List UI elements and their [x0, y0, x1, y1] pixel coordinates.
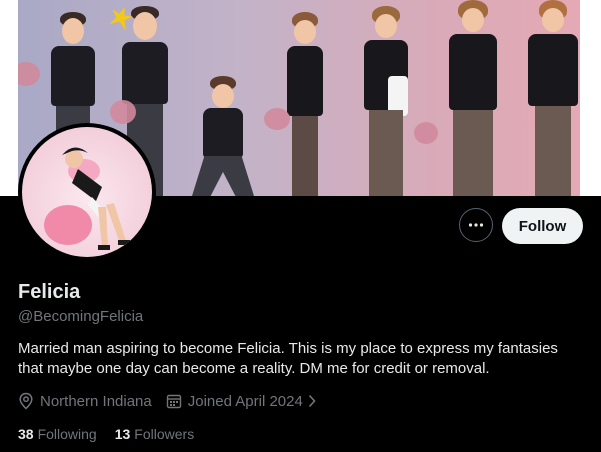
banner-figure — [280, 10, 330, 196]
chevron-right-icon — [308, 394, 316, 408]
profile-meta: Northern Indiana Joined April 2024 — [18, 392, 336, 410]
banner-figure — [356, 6, 416, 196]
follow-counts: 38 Following 13 Followers — [18, 426, 212, 442]
location-text: Northern Indiana — [40, 392, 152, 410]
joined-item[interactable]: Joined April 2024 — [166, 393, 322, 410]
banner-figure — [188, 46, 258, 196]
duster-decoration — [264, 108, 290, 130]
more-horizontal-icon — [468, 223, 484, 227]
banner-figure — [438, 0, 508, 196]
follow-button[interactable]: Follow — [502, 208, 583, 244]
followers-label: Followers — [134, 426, 195, 442]
profile-avatar[interactable] — [18, 123, 156, 261]
calendar-icon — [166, 394, 181, 409]
followers-link[interactable]: 13 Followers — [115, 426, 194, 442]
following-link[interactable]: 38 Following — [18, 426, 97, 442]
joined-text: Joined April 2024 — [187, 392, 303, 410]
profile-bio: Married man aspiring to become Felicia. … — [18, 340, 558, 377]
following-count: 38 — [18, 426, 34, 442]
duster-decoration — [110, 100, 136, 124]
duster-decoration — [414, 122, 438, 144]
display-name: Felicia — [18, 281, 81, 303]
more-options-button[interactable] — [459, 208, 493, 242]
location-pin-icon — [19, 392, 33, 410]
banner-figure — [523, 0, 580, 196]
location-item: Northern Indiana — [18, 392, 152, 410]
following-label: Following — [37, 426, 97, 442]
followers-count: 13 — [114, 426, 131, 442]
user-handle: @BecomingFelicia — [18, 308, 144, 325]
duster-decoration — [18, 62, 40, 86]
avatar-image — [22, 127, 152, 257]
